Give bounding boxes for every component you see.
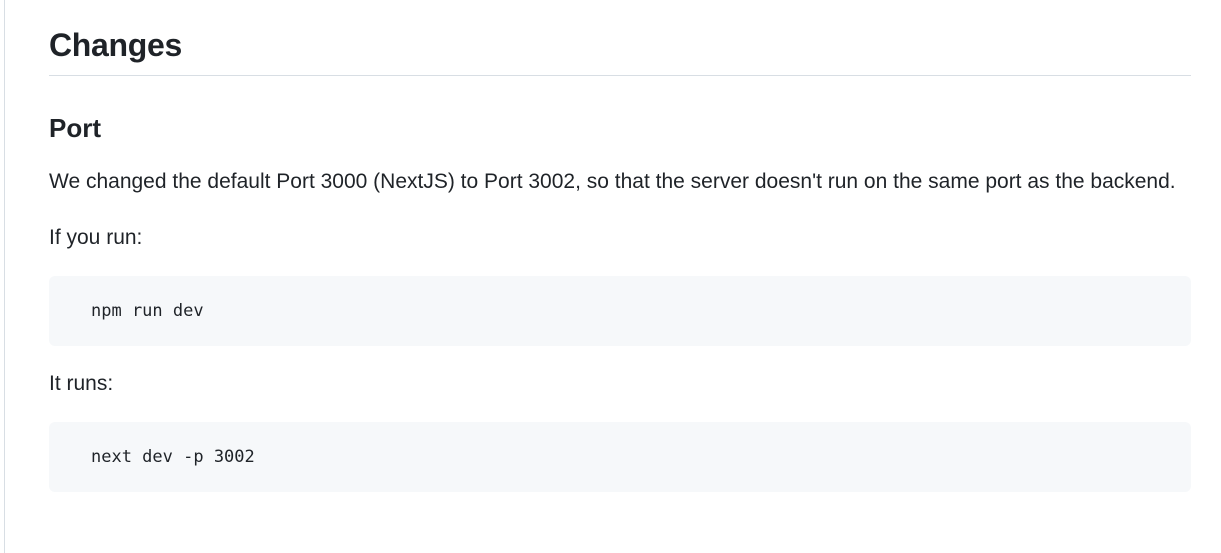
subsection-heading: Port xyxy=(49,113,101,143)
markdown-body: Changes Port We changed the default Port… xyxy=(49,0,1191,492)
code-text: next dev -p 3002 xyxy=(91,447,255,467)
section-heading: Changes xyxy=(49,0,1191,76)
description-paragraph: We changed the default Port 3000 (NextJS… xyxy=(49,170,1176,193)
it-runs-paragraph: It runs: xyxy=(49,372,114,395)
code-block-next-dev[interactable]: next dev -p 3002 xyxy=(49,422,1191,492)
code-text: npm run dev xyxy=(91,301,204,321)
if-you-run-paragraph: If you run: xyxy=(49,226,143,249)
code-block-npm-run-dev[interactable]: npm run dev xyxy=(49,276,1191,346)
